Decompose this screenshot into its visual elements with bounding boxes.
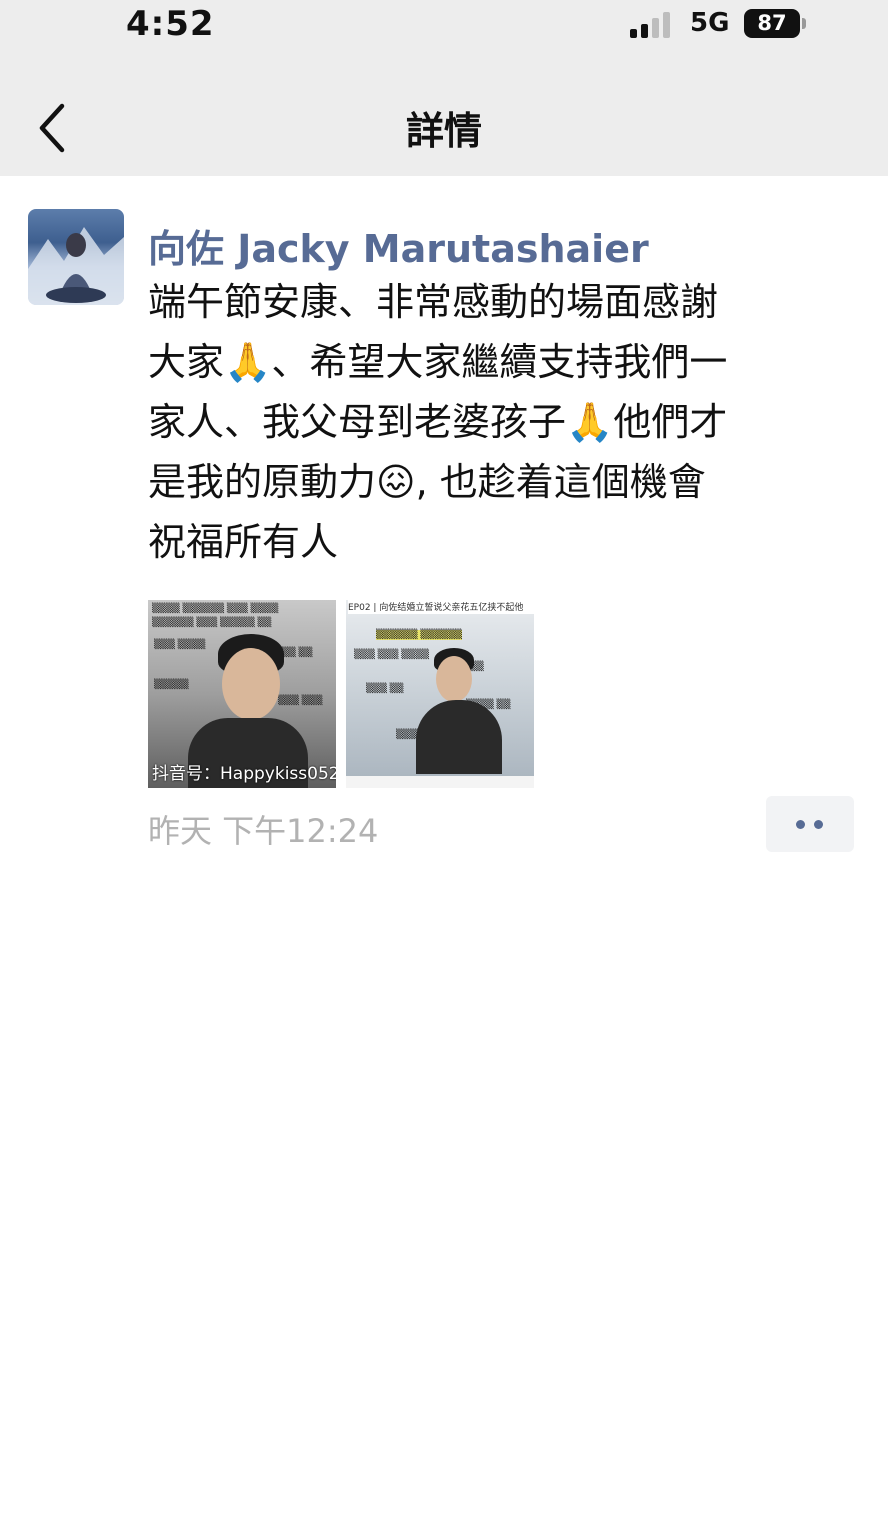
battery-icon: 87 [744,9,800,38]
image-caption: EP02 | 向佐结婚立誓说父亲花五亿挟不起他 [348,600,534,614]
status-time: 4:52 [126,4,215,44]
signal-icon [630,12,674,38]
page-title: 詳情 [405,109,482,153]
image-overlay-text: 抖音号：Happykiss0525 [152,764,336,784]
battery-tip [802,18,806,29]
post-image-2[interactable]: EP02 | 向佐结婚立誓说父亲花五亿挟不起他 ▒▒▒▒▒▒ ▒▒▒▒▒▒ ▒▒… [346,600,534,788]
status-bar: 4:52 5G 87 [0,0,888,80]
author-name[interactable]: 向佐 Jacky Marutashaier [148,218,649,273]
network-label: 5G [690,8,730,38]
post-image-1[interactable]: ▒▒▒▒ ▒▒▒▒▒▒ ▒▒▒ ▒▒▒▒ ▒▒▒▒▒▒ ▒▒▒ ▒▒▒▒▒ ▒▒… [148,600,336,788]
nav-bar: 詳情 [0,80,888,176]
two-dots-icon-dot [814,820,823,829]
moment-post: 向佐 Jacky Marutashaier 端午節安康、非常感動的場面感謝 大家… [0,176,888,1536]
two-dots-icon [796,820,805,829]
avatar[interactable] [28,209,124,305]
more-actions-button[interactable] [766,796,854,852]
post-timestamp: 昨天 下午12:24 [148,812,379,850]
post-content: 端午節安康、非常感動的場面感謝 大家🙏、希望大家繼續支持我們一 家人、我父母到老… [148,280,728,564]
